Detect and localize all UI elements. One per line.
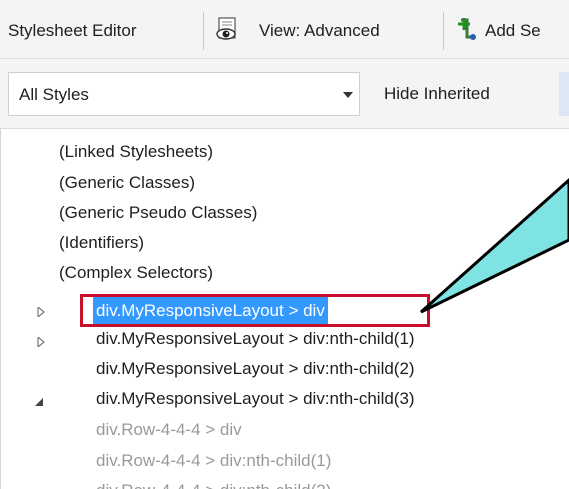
callout-pointer <box>420 177 569 314</box>
stylesheet-editor-window: Stylesheet Editor View: Advanced Add Se <box>0 0 569 489</box>
